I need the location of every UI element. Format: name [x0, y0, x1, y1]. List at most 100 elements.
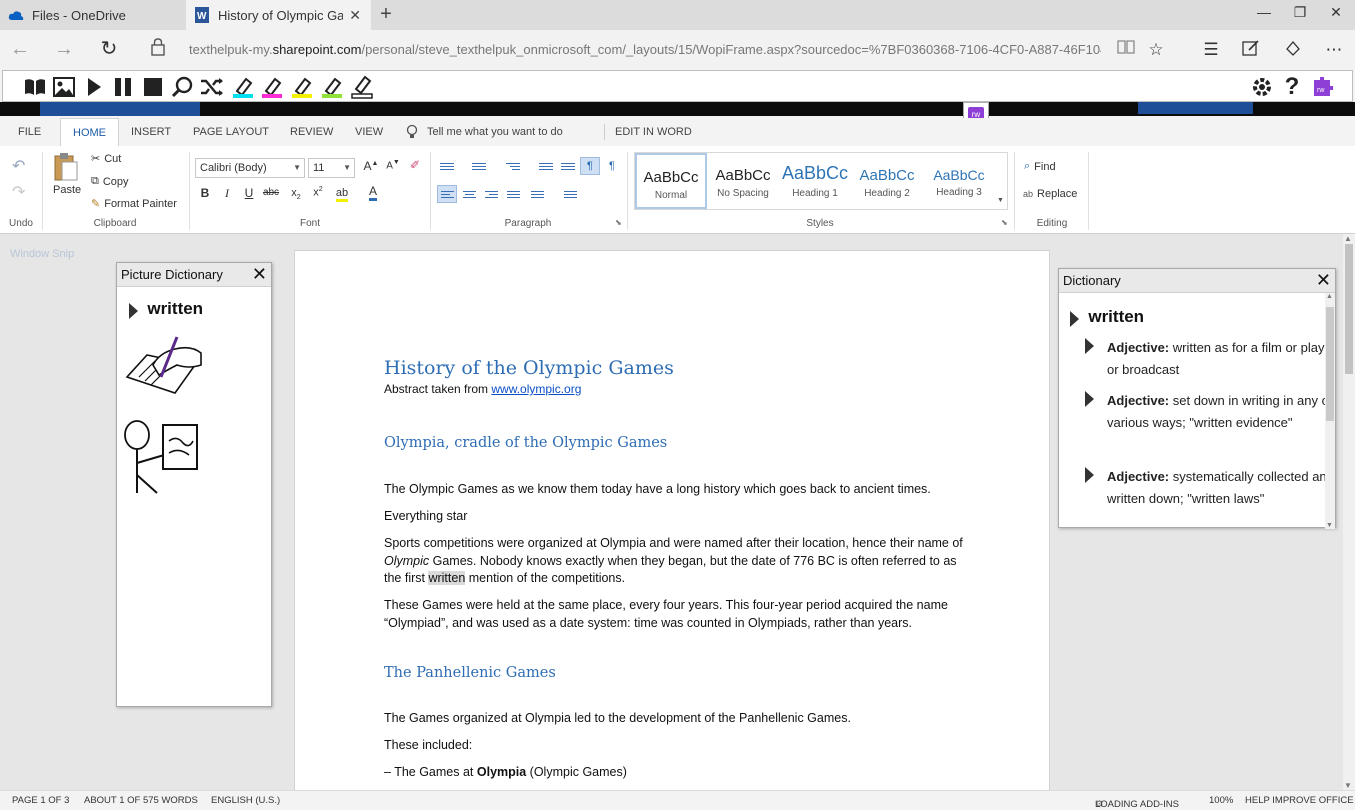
grow-font-icon[interactable]: A▲: [362, 159, 380, 173]
olympic-link[interactable]: www.olympic.org: [491, 382, 581, 396]
stop-icon[interactable]: [141, 75, 165, 99]
settings-gear-icon[interactable]: [1250, 75, 1274, 99]
format-painter-button[interactable]: ✎ Format Painter: [91, 197, 177, 211]
picture-dictionary-icon[interactable]: [52, 75, 76, 99]
document-page[interactable]: History of the Olympic Games Abstract ta…: [294, 250, 1050, 810]
justify-icon[interactable]: [503, 185, 523, 203]
play-icon[interactable]: [82, 75, 106, 99]
screen-mask-icon[interactable]: [171, 75, 195, 99]
multilevel-list-icon[interactable]: [503, 157, 523, 175]
readwrite-logo-icon[interactable]: rw: [1310, 75, 1334, 99]
highlight-magenta-icon[interactable]: [260, 75, 284, 99]
increase-indent-icon[interactable]: [558, 157, 578, 175]
redo-icon[interactable]: ↷: [12, 182, 25, 202]
language-indicator[interactable]: ENGLISH (U.S.): [211, 795, 280, 806]
strikethrough-button[interactable]: abc: [262, 187, 280, 198]
paste-button[interactable]: Paste: [53, 184, 81, 196]
share-icon[interactable]: [1281, 39, 1305, 61]
close-window-button[interactable]: ✕: [1321, 4, 1351, 21]
reading-view-icon[interactable]: [1114, 39, 1138, 61]
cut-button[interactable]: ✂ Cut: [91, 152, 121, 166]
refresh-icon[interactable]: ↻: [97, 38, 121, 62]
decrease-indent-icon[interactable]: [536, 157, 556, 175]
align-left-icon[interactable]: [437, 185, 457, 203]
back-arrow-icon[interactable]: ←: [8, 38, 32, 62]
clear-highlights-icon[interactable]: [350, 75, 374, 99]
style-heading-3[interactable]: AaBbCc Heading 3: [923, 153, 995, 209]
tab-file[interactable]: FILE: [18, 118, 41, 146]
web-note-icon[interactable]: [1239, 39, 1263, 61]
play-triangle-icon[interactable]: [1085, 338, 1094, 354]
paragraph-spacing-icon[interactable]: [560, 185, 580, 203]
dictionary-entry[interactable]: written: [1070, 307, 1144, 327]
tab-document[interactable]: W History of Olympic Gam ✕: [186, 0, 371, 30]
font-name-select[interactable]: Calibri (Body) ▼: [195, 158, 305, 178]
text-highlight-button[interactable]: ab: [330, 185, 354, 202]
paste-icon[interactable]: [52, 152, 80, 182]
align-right-icon[interactable]: [481, 185, 501, 203]
url-text[interactable]: texthelpuk-my.sharepoint.com/personal/st…: [189, 42, 1101, 57]
numbering-icon[interactable]: [469, 157, 489, 175]
ltr-direction-icon[interactable]: ¶: [580, 157, 600, 175]
italic-button[interactable]: I: [218, 186, 236, 201]
style-no-spacing[interactable]: AaBbCc No Spacing: [707, 153, 779, 209]
vertical-scrollbar[interactable]: ▲ ▼: [1343, 234, 1355, 790]
close-tab-icon[interactable]: ✕: [349, 7, 361, 24]
shuffle-icon[interactable]: [200, 75, 224, 99]
bold-button[interactable]: B: [196, 186, 214, 200]
copy-button[interactable]: ⧉ Copy: [91, 175, 129, 188]
style-heading-2[interactable]: AaBbCc Heading 2: [851, 153, 923, 209]
close-icon[interactable]: ✕: [1316, 270, 1331, 291]
scrollbar-thumb[interactable]: [1326, 307, 1334, 421]
tab-page-layout[interactable]: PAGE LAYOUT: [193, 118, 269, 146]
highlight-yellow-icon[interactable]: [290, 75, 314, 99]
play-triangle-icon[interactable]: [1085, 467, 1094, 483]
scrollbar-thumb[interactable]: [1345, 244, 1353, 374]
tab-view[interactable]: VIEW: [355, 118, 383, 146]
new-tab-button[interactable]: +: [375, 3, 397, 26]
help-improve-office-link[interactable]: HELP IMPROVE OFFICE: [1245, 795, 1354, 806]
zoom-level[interactable]: 100%: [1209, 795, 1233, 806]
favorite-star-icon[interactable]: ☆: [1144, 39, 1168, 61]
word-app-bar: [40, 102, 200, 116]
edit-in-word-button[interactable]: EDIT IN WORD: [615, 118, 692, 146]
forward-arrow-icon[interactable]: →: [52, 38, 76, 62]
hub-icon[interactable]: ☰: [1199, 39, 1223, 61]
pause-icon[interactable]: [111, 75, 135, 99]
undo-icon[interactable]: ↶: [12, 156, 25, 176]
tab-insert[interactable]: INSERT: [131, 118, 171, 146]
play-triangle-icon[interactable]: [1085, 391, 1094, 407]
highlight-green-icon[interactable]: [320, 75, 344, 99]
line-spacing-icon[interactable]: [527, 185, 547, 203]
restore-button[interactable]: ❐: [1285, 4, 1315, 21]
style-heading-1[interactable]: AaBbCc Heading 1: [779, 153, 851, 209]
style-normal[interactable]: AaBbCc Normal: [635, 153, 707, 209]
bullets-icon[interactable]: [437, 157, 457, 175]
font-color-button[interactable]: A: [362, 184, 384, 201]
picture-dictionary-entry[interactable]: written: [129, 299, 203, 319]
align-center-icon[interactable]: [459, 185, 479, 203]
clear-formatting-icon[interactable]: ✐: [406, 158, 424, 172]
help-question-icon[interactable]: ?: [1280, 73, 1304, 100]
subscript-button[interactable]: x2: [287, 187, 305, 201]
shrink-font-icon[interactable]: A▼: [384, 159, 402, 171]
replace-button[interactable]: ab Replace: [1023, 188, 1077, 200]
tab-review[interactable]: REVIEW: [290, 118, 333, 146]
highlight-cyan-icon[interactable]: [231, 75, 255, 99]
font-size-select[interactable]: 11 ▼: [308, 158, 355, 178]
tab-onedrive[interactable]: Files - OneDrive: [0, 0, 184, 30]
superscript-button[interactable]: x2: [309, 186, 327, 199]
tell-me-search[interactable]: Tell me what you want to do: [427, 118, 563, 146]
dictionary-book-icon[interactable]: [23, 75, 47, 99]
tab-home[interactable]: HOME: [60, 118, 119, 146]
styles-more-icon[interactable]: ▼: [997, 197, 1004, 204]
styles-dialog-launcher-icon[interactable]: ⬊: [1001, 218, 1008, 227]
minimize-button[interactable]: —: [1249, 4, 1279, 20]
find-button[interactable]: ⌕ Find: [1024, 160, 1056, 173]
more-menu-icon[interactable]: ⋯: [1322, 39, 1346, 61]
close-icon[interactable]: ✕: [252, 264, 267, 285]
rtl-direction-icon[interactable]: ¶: [602, 157, 622, 175]
underline-button[interactable]: U: [240, 186, 258, 200]
paragraph-dialog-launcher-icon[interactable]: ⬊: [615, 218, 622, 227]
dictionary-scrollbar[interactable]: ▲ ▼: [1325, 293, 1335, 529]
